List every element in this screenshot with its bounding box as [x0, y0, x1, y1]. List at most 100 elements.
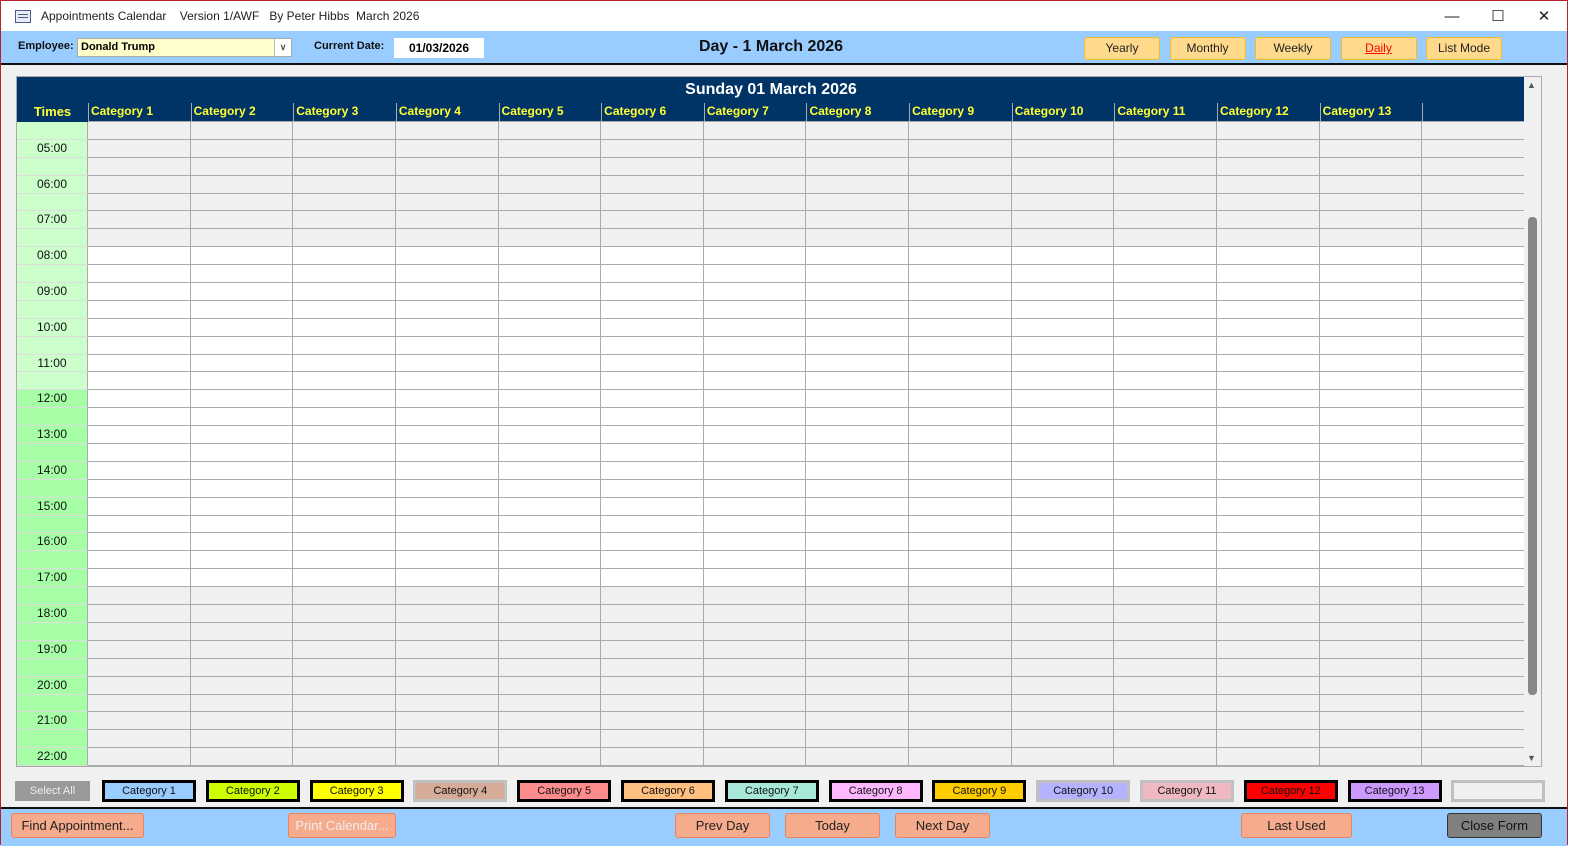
vertical-scrollbar[interactable]: ▲ ▼ [1524, 77, 1541, 766]
appointment-cell[interactable] [1011, 712, 1115, 731]
appointment-cell[interactable] [498, 605, 602, 623]
appointment-cell[interactable] [293, 193, 396, 212]
appointment-cell[interactable] [1319, 390, 1423, 409]
appointment-cell[interactable] [703, 372, 807, 391]
appointment-cell[interactable] [395, 730, 499, 749]
appointment-cell[interactable] [806, 479, 910, 498]
appointment-cell[interactable] [1319, 640, 1423, 659]
appointment-cell[interactable] [909, 211, 1012, 230]
appointment-cell[interactable] [909, 730, 1012, 749]
appointment-cell[interactable] [1011, 372, 1115, 391]
appointment-cell[interactable] [293, 175, 396, 194]
appointment-cell[interactable] [395, 318, 499, 337]
appointment-cell[interactable] [395, 122, 499, 140]
appointment-cell[interactable] [1217, 569, 1320, 588]
appointment-cell[interactable] [703, 748, 807, 766]
appointment-cell[interactable] [1422, 515, 1525, 534]
appointment-cell[interactable] [909, 676, 1012, 695]
view-daily-button[interactable]: Daily [1340, 37, 1417, 60]
appointment-cell[interactable] [1422, 748, 1525, 766]
appointment-cell[interactable] [87, 157, 191, 176]
appointment-cell[interactable] [1217, 229, 1320, 248]
appointment-cell[interactable] [703, 605, 807, 623]
appointment-cell[interactable] [806, 193, 910, 212]
appointment-cell[interactable] [601, 605, 704, 623]
appointment-cell[interactable] [498, 372, 602, 391]
appointment-cell[interactable] [1422, 569, 1525, 588]
appointment-cell[interactable] [1319, 444, 1423, 462]
appointment-cell[interactable] [1319, 426, 1423, 445]
appointment-cell[interactable] [1114, 390, 1218, 409]
appointment-cell[interactable] [909, 497, 1012, 516]
appointment-cell[interactable] [498, 247, 602, 266]
appointment-cell[interactable] [909, 551, 1012, 570]
appointment-cell[interactable] [601, 497, 704, 516]
appointment-cell[interactable] [293, 712, 396, 731]
appointment-cell[interactable] [1319, 569, 1423, 588]
appointment-cell[interactable] [498, 157, 602, 176]
appointment-cell[interactable] [703, 640, 807, 659]
appointment-cell[interactable] [498, 265, 602, 284]
appointment-cell[interactable] [87, 318, 191, 337]
appointment-cell[interactable] [190, 372, 294, 391]
appointment-cell[interactable] [1011, 479, 1115, 498]
appointment-cell[interactable] [498, 390, 602, 409]
appointment-cell[interactable] [703, 390, 807, 409]
appointment-cell[interactable] [190, 175, 294, 194]
appointment-cell[interactable] [1011, 426, 1115, 445]
appointment-cell[interactable] [909, 354, 1012, 373]
appointment-cell[interactable] [1217, 605, 1320, 623]
appointment-cell[interactable] [190, 587, 294, 606]
appointment-cell[interactable] [1422, 479, 1525, 498]
appointment-cell[interactable] [806, 497, 910, 516]
appointment-cell[interactable] [1217, 247, 1320, 266]
appointment-cell[interactable] [601, 283, 704, 301]
category-filter-toggle[interactable]: Category 5 [517, 780, 612, 802]
appointment-cell[interactable] [1319, 247, 1423, 266]
appointment-cell[interactable] [87, 622, 191, 641]
appointment-cell[interactable] [1319, 461, 1423, 480]
appointment-cell[interactable] [806, 390, 910, 409]
appointment-cell[interactable] [1114, 479, 1218, 498]
appointment-cell[interactable] [1319, 336, 1423, 355]
appointment-cell[interactable] [703, 533, 807, 552]
appointment-cell[interactable] [293, 569, 396, 588]
appointment-cell[interactable] [909, 658, 1012, 677]
appointment-cell[interactable] [1319, 605, 1423, 623]
appointment-cell[interactable] [806, 730, 910, 749]
appointment-cell[interactable] [1422, 461, 1525, 480]
appointment-cell[interactable] [1011, 211, 1115, 230]
appointment-cell[interactable] [1422, 587, 1525, 606]
appointment-cell[interactable] [1217, 426, 1320, 445]
appointment-cell[interactable] [1319, 408, 1423, 427]
appointment-cell[interactable] [87, 122, 191, 140]
appointment-cell[interactable] [1011, 730, 1115, 749]
appointment-cell[interactable] [395, 676, 499, 695]
appointment-cell[interactable] [395, 300, 499, 319]
appointment-cell[interactable] [1319, 694, 1423, 713]
appointment-cell[interactable] [1114, 515, 1218, 534]
appointment-cell[interactable] [87, 372, 191, 391]
appointment-cell[interactable] [87, 515, 191, 534]
appointment-cell[interactable] [293, 157, 396, 176]
appointment-cell[interactable] [293, 479, 396, 498]
appointment-cell[interactable] [498, 426, 602, 445]
appointment-cell[interactable] [1217, 372, 1320, 391]
appointment-cell[interactable] [293, 515, 396, 534]
appointment-cell[interactable] [806, 247, 910, 266]
appointment-cell[interactable] [909, 229, 1012, 248]
appointment-cell[interactable] [190, 157, 294, 176]
appointment-cell[interactable] [190, 444, 294, 462]
appointment-cell[interactable] [395, 247, 499, 266]
appointment-cell[interactable] [293, 694, 396, 713]
appointment-cell[interactable] [1114, 622, 1218, 641]
appointment-cell[interactable] [806, 175, 910, 194]
category-filter-toggle[interactable] [1451, 780, 1546, 802]
appointment-cell[interactable] [1217, 139, 1320, 158]
appointment-cell[interactable] [87, 461, 191, 480]
appointment-cell[interactable] [190, 533, 294, 552]
appointment-cell[interactable] [87, 587, 191, 606]
appointment-cell[interactable] [293, 605, 396, 623]
appointment-cell[interactable] [1114, 193, 1218, 212]
appointment-cell[interactable] [190, 479, 294, 498]
